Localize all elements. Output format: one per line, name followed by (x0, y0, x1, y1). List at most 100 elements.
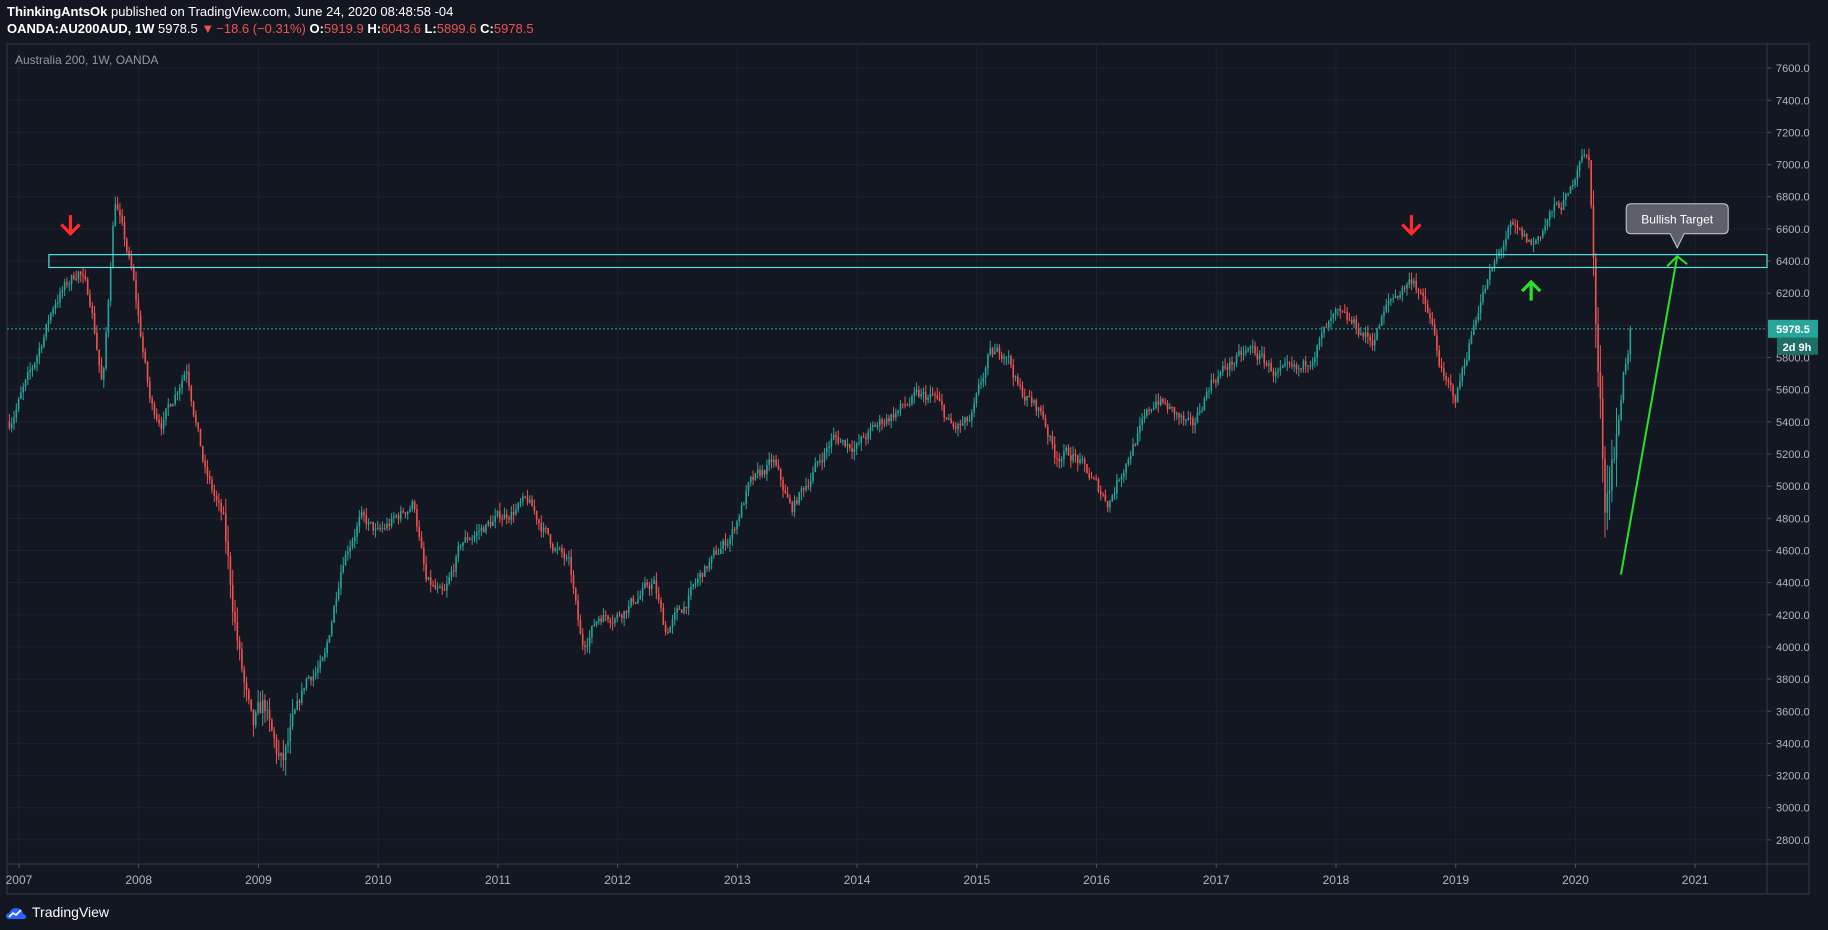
candle-body (1217, 376, 1219, 383)
candle-body (1127, 459, 1130, 464)
candle-body (973, 403, 975, 413)
candle-body (865, 437, 867, 440)
candle-body (1224, 366, 1226, 368)
candle-body (1588, 155, 1590, 161)
candle-body (1429, 313, 1431, 319)
candle-body (1399, 294, 1401, 298)
candle-body (275, 738, 278, 754)
candle-body (968, 420, 971, 422)
price-chart[interactable]: Australia 200, 1W, OANDA 7600.0 7400.0 720… (0, 0, 1828, 930)
candle-body (158, 419, 160, 424)
time-axis[interactable]: 2007 2008 2009 2010 2011 2012 2013 2014 2015 2016… (6, 864, 1709, 887)
candle-body (478, 531, 480, 533)
candle-body (432, 584, 434, 586)
candle-body (314, 672, 317, 677)
candle-body (639, 595, 642, 599)
candle-body (586, 645, 589, 647)
candle-body (844, 439, 846, 447)
candle-body (915, 389, 918, 393)
candle-body (634, 602, 637, 604)
candle-body (36, 356, 38, 364)
candle-body (93, 313, 96, 333)
candle-body (1240, 350, 1243, 355)
candle-body (475, 531, 478, 536)
candle-body (503, 514, 506, 520)
y-tick-label: 4600.0 (1776, 545, 1810, 557)
candle-body (623, 610, 625, 619)
candle-body (1583, 154, 1586, 157)
candle-body (40, 346, 43, 349)
candle-body (1242, 352, 1245, 355)
candle-body (1173, 406, 1176, 414)
candle-body (1309, 365, 1312, 367)
candle-body (1070, 455, 1072, 461)
candle-body (1509, 222, 1512, 228)
candle-body (137, 300, 140, 316)
candle-body (1330, 318, 1332, 322)
candle-body (517, 503, 520, 510)
candle-body (1210, 380, 1213, 391)
candle-body (1438, 350, 1441, 366)
candle-body (1512, 222, 1514, 225)
candle-body (1233, 363, 1236, 365)
candle-body (1067, 447, 1070, 456)
candle-body (1337, 308, 1339, 310)
candle-body (538, 519, 540, 523)
candle-body (211, 479, 213, 490)
x-tick-label: 2013 (724, 873, 751, 887)
y-tick-label: 3000.0 (1776, 803, 1810, 815)
candle-body (1162, 398, 1164, 403)
candle-body (464, 537, 467, 543)
candle-body (941, 400, 943, 406)
candle-body (496, 510, 499, 517)
candle-body (1502, 245, 1505, 250)
candle-body (86, 279, 89, 295)
candle-body (1571, 185, 1574, 187)
price-axis[interactable]: 7600.0 7400.0 7200.0 7000.0 6800.0 6600.0 6400… (1767, 63, 1810, 847)
candle-body (225, 513, 227, 542)
candle-body (1535, 240, 1537, 244)
candle-body (413, 501, 416, 510)
candle-body (459, 546, 462, 548)
candle-body (1014, 376, 1017, 378)
candle-body (1109, 501, 1111, 508)
candle-body (1601, 398, 1604, 459)
candle-body (1037, 407, 1040, 411)
candle-body (1401, 287, 1404, 295)
x-tick-label: 2014 (844, 873, 871, 887)
candle-body (701, 572, 704, 577)
candle-body (883, 423, 886, 425)
candle-body (1219, 372, 1222, 377)
candle-body (664, 625, 667, 633)
candle-body (1532, 243, 1535, 245)
candle-body (1286, 362, 1289, 364)
candle-body (1385, 304, 1388, 312)
candle-body (1274, 372, 1277, 376)
candle-body (835, 434, 837, 437)
candle-body (1449, 381, 1452, 386)
candle-body (756, 469, 759, 474)
candle-body (1049, 435, 1051, 437)
candle-body (1431, 318, 1434, 325)
candle-body (505, 514, 508, 518)
candle-body (66, 282, 68, 285)
candle-body (607, 615, 609, 620)
candle-body (342, 565, 345, 573)
candle-body (107, 300, 110, 333)
candle-body (1040, 407, 1042, 412)
candle-body (448, 577, 450, 584)
candle-body (1074, 453, 1077, 456)
x-tick-label: 2008 (125, 873, 152, 887)
candle-body (1624, 363, 1627, 373)
candle-body (1148, 409, 1150, 411)
candle-body (1544, 226, 1546, 231)
candle-body (1081, 458, 1084, 460)
x-tick-label: 2015 (963, 873, 990, 887)
candle-body (655, 580, 658, 594)
candle-body (526, 497, 529, 503)
candle-body (690, 586, 692, 596)
candle-body (349, 546, 351, 552)
candle-body (1396, 296, 1399, 298)
candle-body (1459, 380, 1461, 388)
candle-body (519, 501, 522, 504)
